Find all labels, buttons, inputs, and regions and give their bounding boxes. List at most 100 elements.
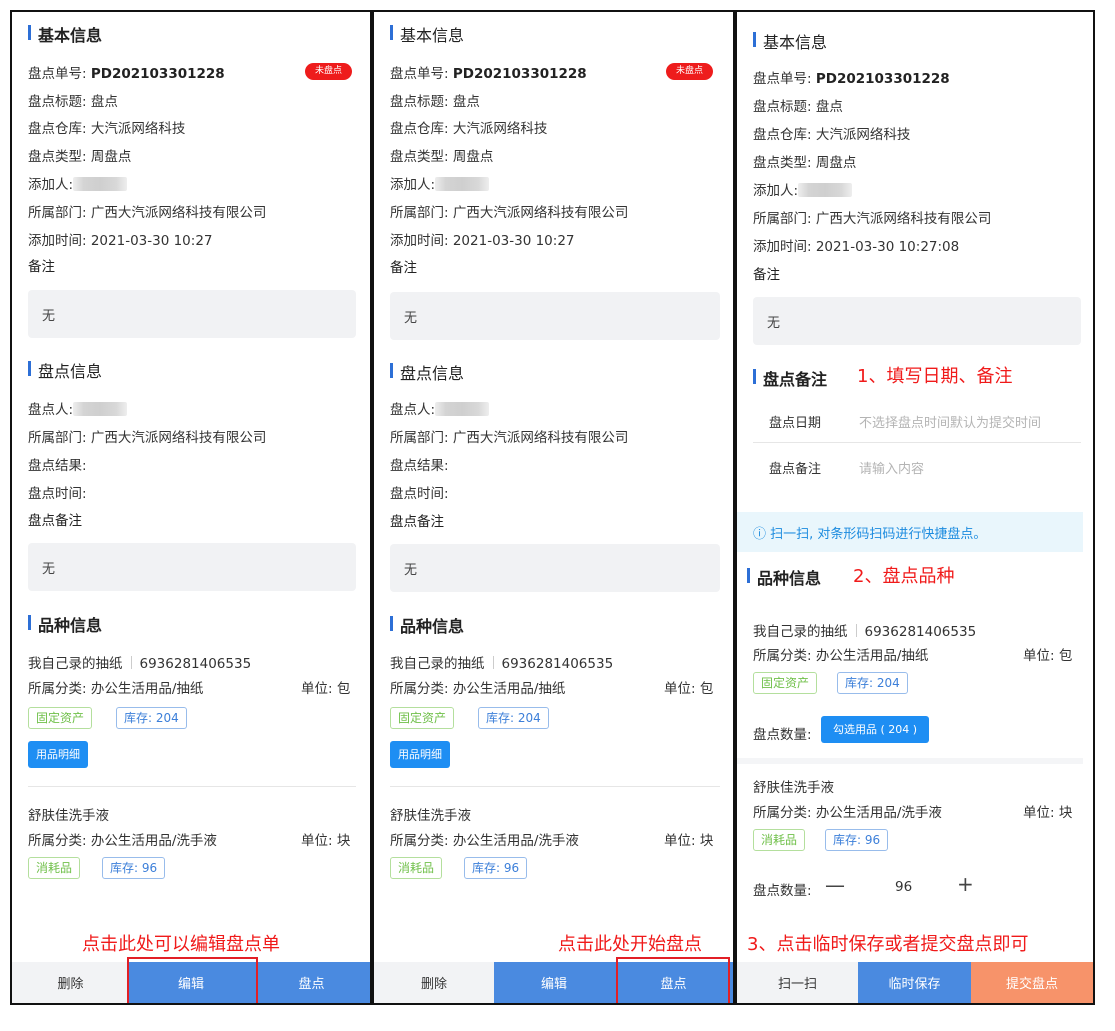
item1-category: 所属分类: 办公生活用品/抽纸 bbox=[753, 648, 929, 664]
screen-inventory: 基本信息 盘点单号: PD202103301228 盘点标题: 盘点 盘点仓库:… bbox=[735, 10, 1095, 1005]
stock-tag: 库存: 204 bbox=[116, 707, 187, 729]
item1-category: 所属分类: 办公生活用品/抽纸 bbox=[28, 681, 204, 697]
department-row: 所属部门: 广西大汽派网络科技有限公司 bbox=[28, 430, 267, 446]
status-badge: 未盘点 bbox=[666, 63, 714, 80]
order-number-row: 盘点单号: PD202103301228 bbox=[28, 66, 225, 82]
temp-save-button[interactable]: 临时保存 bbox=[858, 962, 971, 1003]
time-row: 盘点时间: bbox=[390, 486, 449, 502]
section-title-stock: 盘点信息 bbox=[389, 360, 464, 384]
screen-view-start: 基本信息 盘点单号: PD202103301228 未盘点 盘点标题: 盘点 盘… bbox=[372, 10, 735, 1005]
result-row: 盘点结果: bbox=[28, 458, 87, 474]
adder-row: 添加人: bbox=[28, 173, 128, 193]
stock-tag: 库存: 204 bbox=[478, 707, 549, 729]
submit-inventory-button[interactable]: 提交盘点 bbox=[971, 962, 1093, 1003]
department-row: 所属部门: 广西大汽派网络科技有限公司 bbox=[753, 211, 992, 227]
remark-field[interactable]: 请输入内容 bbox=[859, 458, 924, 477]
department-row: 所属部门: 广西大汽派网络科技有限公司 bbox=[390, 430, 629, 446]
section-title-basic: 基本信息 bbox=[389, 22, 464, 46]
tag-fixed-asset: 固定资产 bbox=[753, 672, 818, 694]
section-title-stock: 盘点信息 bbox=[27, 358, 102, 382]
minus-button[interactable]: — bbox=[825, 873, 845, 897]
checker-row: 盘点人: bbox=[390, 398, 490, 418]
item1-unit: 单位: 包 bbox=[301, 681, 351, 697]
checker-row: 盘点人: bbox=[28, 398, 128, 418]
title-row: 盘点标题: 盘点 bbox=[753, 99, 843, 115]
item2-unit: 单位: 块 bbox=[301, 833, 351, 849]
divider bbox=[390, 786, 720, 787]
qty-label: 盘点数量: bbox=[753, 883, 812, 899]
inventory-button[interactable]: 盘点 bbox=[253, 962, 370, 1003]
add-time-row: 添加时间: 2021-03-30 10:27:08 bbox=[753, 239, 960, 255]
result-row: 盘点结果: bbox=[390, 458, 449, 474]
item1-category: 所属分类: 办公生活用品/抽纸 bbox=[390, 681, 566, 697]
delete-button[interactable]: 删除 bbox=[374, 962, 494, 1003]
remark-label: 备注 bbox=[753, 267, 780, 283]
select-items-button[interactable]: 勾选用品 ( 204 ) bbox=[821, 716, 930, 743]
date-field-label: 盘点日期 bbox=[769, 416, 822, 431]
item-detail-button[interactable]: 用品明细 bbox=[28, 741, 88, 768]
blurred-name bbox=[435, 402, 490, 416]
plus-button[interactable]: + bbox=[957, 872, 974, 896]
annotation-step3: 3、点击临时保存或者提交盘点即可 bbox=[747, 934, 1029, 955]
item2-title: 舒肤佳洗手液 bbox=[390, 808, 471, 824]
qty-label: 盘点数量: bbox=[753, 727, 812, 743]
item2-title: 舒肤佳洗手液 bbox=[28, 808, 109, 824]
remark-box: 无 bbox=[28, 290, 356, 338]
blurred-name bbox=[73, 177, 128, 191]
stock-tag: 库存: 204 bbox=[837, 672, 908, 694]
item1-unit: 单位: 包 bbox=[664, 681, 714, 697]
type-row: 盘点类型: 周盘点 bbox=[390, 149, 494, 165]
tag-consumable: 消耗品 bbox=[28, 857, 81, 879]
spacer bbox=[737, 758, 1083, 764]
annotation-start: 点击此处开始盘点 bbox=[558, 934, 702, 955]
annotation-step1: 1、填写日期、备注 bbox=[857, 366, 1013, 387]
quantity-value[interactable]: 96 bbox=[895, 879, 912, 895]
stock-tag: 库存: 96 bbox=[102, 857, 166, 879]
annotation-edit: 点击此处可以编辑盘点单 bbox=[82, 934, 280, 955]
item2-title: 舒肤佳洗手液 bbox=[753, 780, 834, 796]
section-title-variety: 品种信息 bbox=[27, 612, 102, 636]
tag-fixed-asset: 固定资产 bbox=[28, 707, 93, 729]
divider bbox=[28, 786, 356, 787]
scan-button[interactable]: 扫一扫 bbox=[737, 962, 858, 1003]
stock-remark-box: 无 bbox=[390, 544, 720, 592]
section-title-variety: 品种信息 bbox=[389, 613, 464, 637]
department-row: 所属部门: 广西大汽派网络科技有限公司 bbox=[28, 205, 267, 221]
tag-consumable: 消耗品 bbox=[390, 857, 443, 879]
add-time-row: 添加时间: 2021-03-30 10:27 bbox=[28, 233, 213, 249]
warehouse-row: 盘点仓库: 大汽派网络科技 bbox=[390, 121, 548, 137]
section-title-variety: 品种信息 bbox=[746, 565, 821, 589]
blurred-name bbox=[435, 177, 490, 191]
section-title-basic: 基本信息 bbox=[27, 22, 102, 46]
warehouse-row: 盘点仓库: 大汽派网络科技 bbox=[28, 121, 186, 137]
section-title-remark: 盘点备注 bbox=[752, 366, 827, 390]
item1-unit: 单位: 包 bbox=[1023, 648, 1073, 664]
stock-remark-box: 无 bbox=[28, 543, 356, 591]
adder-row: 添加人: bbox=[753, 179, 853, 199]
item1-title: 我自己录的抽纸 6936281406535 bbox=[753, 624, 977, 640]
edit-button[interactable]: 编辑 bbox=[494, 962, 614, 1003]
item2-unit: 单位: 块 bbox=[1023, 805, 1073, 821]
item1-title: 我自己录的抽纸 6936281406535 bbox=[390, 656, 614, 672]
screen-view-edit: 基本信息 盘点单号: PD202103301228 未盘点 盘点标题: 盘点 盘… bbox=[10, 10, 372, 1005]
time-row: 盘点时间: bbox=[28, 486, 87, 502]
adder-row: 添加人: bbox=[390, 173, 490, 193]
item-detail-button[interactable]: 用品明细 bbox=[390, 741, 450, 768]
blurred-name bbox=[798, 183, 853, 197]
type-row: 盘点类型: 周盘点 bbox=[28, 149, 132, 165]
annotation-step2: 2、盘点品种 bbox=[853, 566, 955, 587]
remark-box: 无 bbox=[390, 292, 720, 340]
department-row: 所属部门: 广西大汽派网络科技有限公司 bbox=[390, 205, 629, 221]
title-row: 盘点标题: 盘点 bbox=[390, 94, 480, 110]
add-time-row: 添加时间: 2021-03-30 10:27 bbox=[390, 233, 575, 249]
tag-fixed-asset: 固定资产 bbox=[390, 707, 455, 729]
item2-category: 所属分类: 办公生活用品/洗手液 bbox=[390, 833, 579, 849]
item2-category: 所属分类: 办公生活用品/洗手液 bbox=[28, 833, 217, 849]
delete-button[interactable]: 删除 bbox=[12, 962, 129, 1003]
type-row: 盘点类型: 周盘点 bbox=[753, 155, 857, 171]
title-row: 盘点标题: 盘点 bbox=[28, 94, 118, 110]
remark-box: 无 bbox=[753, 297, 1081, 345]
date-field[interactable]: 不选择盘点时间默认为提交时间 bbox=[859, 412, 1041, 431]
highlight-box bbox=[616, 957, 730, 1003]
stock-remark-label: 盘点备注 bbox=[390, 514, 444, 530]
